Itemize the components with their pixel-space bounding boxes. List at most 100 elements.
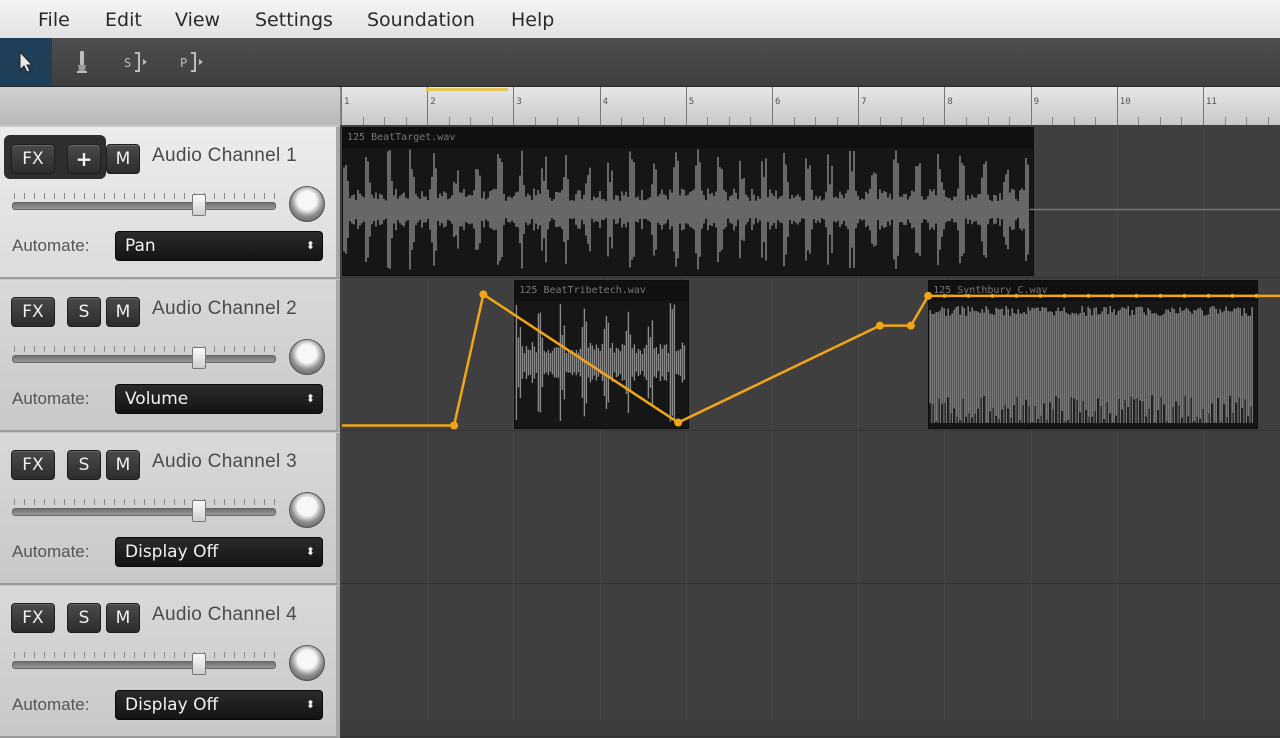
ruler-beat-tick (1073, 117, 1075, 125)
automation-point[interactable] (450, 421, 459, 430)
pen-tool[interactable] (56, 38, 108, 86)
slider-tick (154, 499, 155, 505)
volume-slider-handle[interactable] (192, 500, 207, 522)
slider-tick (54, 193, 55, 199)
pan-knob[interactable] (289, 645, 325, 681)
slider-tick (134, 499, 135, 505)
paste-tool[interactable]: P (168, 38, 220, 86)
menu-edit[interactable]: Edit (105, 0, 142, 38)
volume-slider-track[interactable] (12, 508, 276, 516)
fx-button[interactable]: FX (11, 603, 55, 633)
ruler-beat-tick (621, 117, 623, 125)
waveform (929, 306, 1253, 423)
ruler-bar-number: 7 (861, 97, 867, 107)
slider-tick (264, 346, 265, 352)
fx-button[interactable]: FX (11, 297, 55, 327)
automation-point[interactable] (906, 321, 915, 330)
fx-button[interactable]: FX (11, 450, 55, 480)
solo-button[interactable]: S (67, 297, 101, 327)
channel-name[interactable]: Audio Channel 3 (152, 451, 297, 473)
mute-button[interactable]: M (106, 144, 140, 174)
select-arrows-icon: ⬍ (305, 545, 315, 558)
automation-dot (1254, 293, 1259, 298)
menu-file[interactable]: File (38, 0, 70, 38)
slider-tick (24, 652, 25, 658)
ruler-beat-tick (901, 117, 903, 125)
automate-select[interactable]: Volume ⬍ (115, 384, 323, 414)
mute-button[interactable]: M (106, 603, 140, 633)
tracks-area[interactable]: 125 BeatTarget.wav 125 BeatTribetech.wav… (341, 125, 1280, 737)
slider-tick (224, 346, 225, 352)
volume-slider-handle[interactable] (192, 194, 207, 216)
solo-button[interactable]: S (67, 450, 101, 480)
fx-button[interactable]: FX (11, 144, 55, 174)
menu-view[interactable]: View (175, 0, 220, 38)
automation-point[interactable] (875, 321, 884, 330)
automate-value: Display Off (125, 542, 219, 562)
solo-button[interactable]: S (67, 603, 101, 633)
volume-slider-handle[interactable] (192, 653, 207, 675)
ruler-beat-tick (836, 117, 838, 125)
ruler-bar-line (599, 87, 601, 125)
pointer-tool[interactable] (0, 38, 52, 86)
menu-settings[interactable]: Settings (255, 0, 333, 38)
volume-slider-handle[interactable] (192, 347, 207, 369)
timeline-ruler[interactable]: 1 2 3 4 5 6 7 8 9 10 11 (341, 87, 1280, 126)
slider-tick (184, 193, 185, 199)
volume-slider-track[interactable] (12, 355, 276, 363)
slider-tick (264, 652, 265, 658)
slider-tick (54, 652, 55, 658)
ruler-bar-line (513, 87, 515, 125)
slider-tick (64, 499, 65, 505)
automation-dot (1158, 293, 1163, 298)
automation-dot (1134, 293, 1139, 298)
ruler-beat-tick (470, 117, 472, 125)
channel-name[interactable]: Audio Channel 2 (152, 298, 297, 320)
automation-dot (990, 293, 995, 298)
channel-name[interactable]: Audio Channel 1 (152, 145, 297, 167)
automation-point[interactable] (924, 291, 933, 300)
slider-tick (114, 499, 115, 505)
ruler-bar-number: 5 (688, 97, 695, 107)
automate-select[interactable]: Display Off ⬍ (115, 537, 323, 567)
slider-tick (264, 193, 265, 199)
pan-knob[interactable] (289, 492, 325, 528)
ruler-beat-tick (405, 117, 407, 125)
add-effect-button[interactable]: + (67, 144, 101, 174)
slider-tick (14, 499, 15, 505)
slider-tick (184, 346, 185, 352)
volume-slider-track[interactable] (12, 661, 276, 669)
split-tool[interactable]: S (112, 38, 164, 86)
slider-tick (84, 499, 85, 505)
automation-point[interactable] (674, 418, 683, 427)
channel-strip-1[interactable]: FX + M Audio Channel 1 Automate: Pan ⬍ (0, 127, 340, 279)
automate-value: Volume (125, 389, 189, 409)
automation-line[interactable] (342, 292, 1280, 427)
automation-dot (1182, 293, 1187, 298)
automation-dot (1014, 293, 1019, 298)
channel-strip-2[interactable]: FX S M Audio Channel 2 Automate: Volume … (0, 280, 340, 432)
channel-strip-3[interactable]: FX S M Audio Channel 3 Automate: Display… (0, 433, 340, 585)
slider-tick (84, 346, 85, 352)
ruler-beat-tick (1267, 117, 1269, 125)
slider-tick (74, 346, 75, 352)
ruler-bar-number: 6 (775, 97, 781, 107)
channel-strip-4[interactable]: FX S M Audio Channel 4 Automate: Display… (0, 586, 340, 738)
menu-soundation[interactable]: Soundation (367, 0, 475, 38)
automation-point[interactable] (479, 290, 488, 299)
pan-knob[interactable] (289, 339, 325, 375)
mute-button[interactable]: M (106, 450, 140, 480)
mute-button[interactable]: M (106, 297, 140, 327)
loop-marker[interactable] (426, 88, 508, 91)
pan-knob[interactable] (289, 186, 325, 222)
slider-tick (64, 193, 65, 199)
select-arrows-icon: ⬍ (305, 239, 315, 252)
menu-help[interactable]: Help (511, 0, 554, 38)
channel-name[interactable]: Audio Channel 4 (152, 604, 297, 626)
automate-label: Automate: (12, 236, 90, 255)
volume-slider-track[interactable] (12, 202, 276, 210)
automate-select[interactable]: Pan ⬍ (115, 231, 323, 261)
slider-tick (34, 499, 35, 505)
automate-select[interactable]: Display Off ⬍ (115, 690, 323, 720)
slider-tick (24, 346, 25, 352)
